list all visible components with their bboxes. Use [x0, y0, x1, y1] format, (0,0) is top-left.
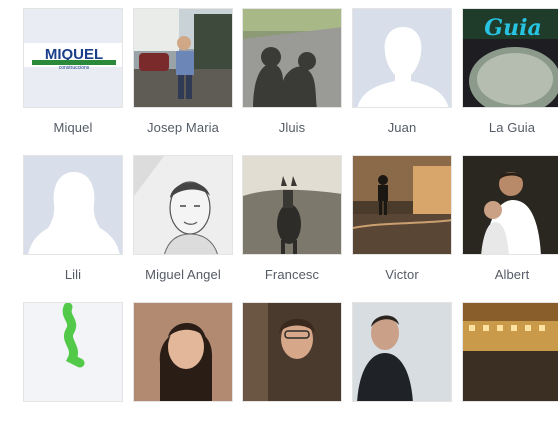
friend-photo[interactable]	[352, 155, 452, 255]
default-male-avatar-icon	[353, 9, 451, 107]
friend-tile[interactable]	[462, 302, 558, 447]
friend-name[interactable]: Jluis	[242, 120, 342, 135]
friend-photo[interactable]	[23, 155, 123, 255]
friend-tile-victor[interactable]: Victor	[352, 155, 452, 300]
friend-name[interactable]: Victor	[352, 267, 452, 282]
friend-photo[interactable]	[462, 302, 558, 402]
friend-tile-francesc[interactable]: Francesc	[242, 155, 342, 300]
friend-tile[interactable]	[352, 302, 452, 447]
friend-photo[interactable]	[242, 302, 342, 402]
friend-name[interactable]: Lili	[23, 267, 123, 282]
friend-photo[interactable]: MIQUEL construccions	[23, 8, 123, 108]
friend-photo[interactable]	[133, 8, 233, 108]
friend-photo[interactable]	[242, 8, 342, 108]
friend-name[interactable]: Francesc	[242, 267, 342, 282]
friend-name[interactable]: Juan	[352, 120, 452, 135]
friend-tile[interactable]	[242, 302, 342, 447]
friend-photo[interactable]	[352, 302, 452, 402]
friend-tile-miquel[interactable]: MIQUEL construccions Miquel	[23, 8, 123, 153]
friend-name[interactable]: Miguel Angel	[133, 267, 233, 282]
friend-photo[interactable]: Guia	[462, 8, 558, 108]
friend-photo[interactable]	[133, 302, 233, 402]
default-female-avatar-icon	[24, 156, 122, 254]
friend-tile[interactable]	[133, 302, 233, 447]
friend-tile-la-guia[interactable]: Guia La Guia	[462, 8, 558, 153]
friend-tile-josep-maria[interactable]: Josep Maria	[133, 8, 233, 153]
friend-photo[interactable]	[133, 155, 233, 255]
friend-tile[interactable]	[23, 302, 123, 447]
friends-grid: MIQUEL construccions Miquel Josep Maria	[0, 0, 558, 402]
friend-name[interactable]: Miquel	[23, 120, 123, 135]
friend-photo[interactable]	[23, 302, 123, 402]
friend-name[interactable]: Albert	[462, 267, 558, 282]
friend-photo[interactable]	[462, 155, 558, 255]
friend-name[interactable]: Josep Maria	[133, 120, 233, 135]
friend-tile-jluis[interactable]: Jluis	[242, 8, 342, 153]
friend-tile-juan[interactable]: Juan	[352, 8, 452, 153]
friend-tile-albert[interactable]: Albert	[462, 155, 558, 300]
friend-tile-lili[interactable]: Lili	[23, 155, 123, 300]
friend-tile-miguel-angel[interactable]: Miguel Angel	[133, 155, 233, 300]
friend-photo[interactable]	[352, 8, 452, 108]
company-logo-text: Guia	[484, 15, 541, 41]
company-logo-subtext: construccions	[59, 65, 90, 71]
friend-photo[interactable]	[242, 155, 342, 255]
friend-name[interactable]: La Guia	[462, 120, 558, 135]
